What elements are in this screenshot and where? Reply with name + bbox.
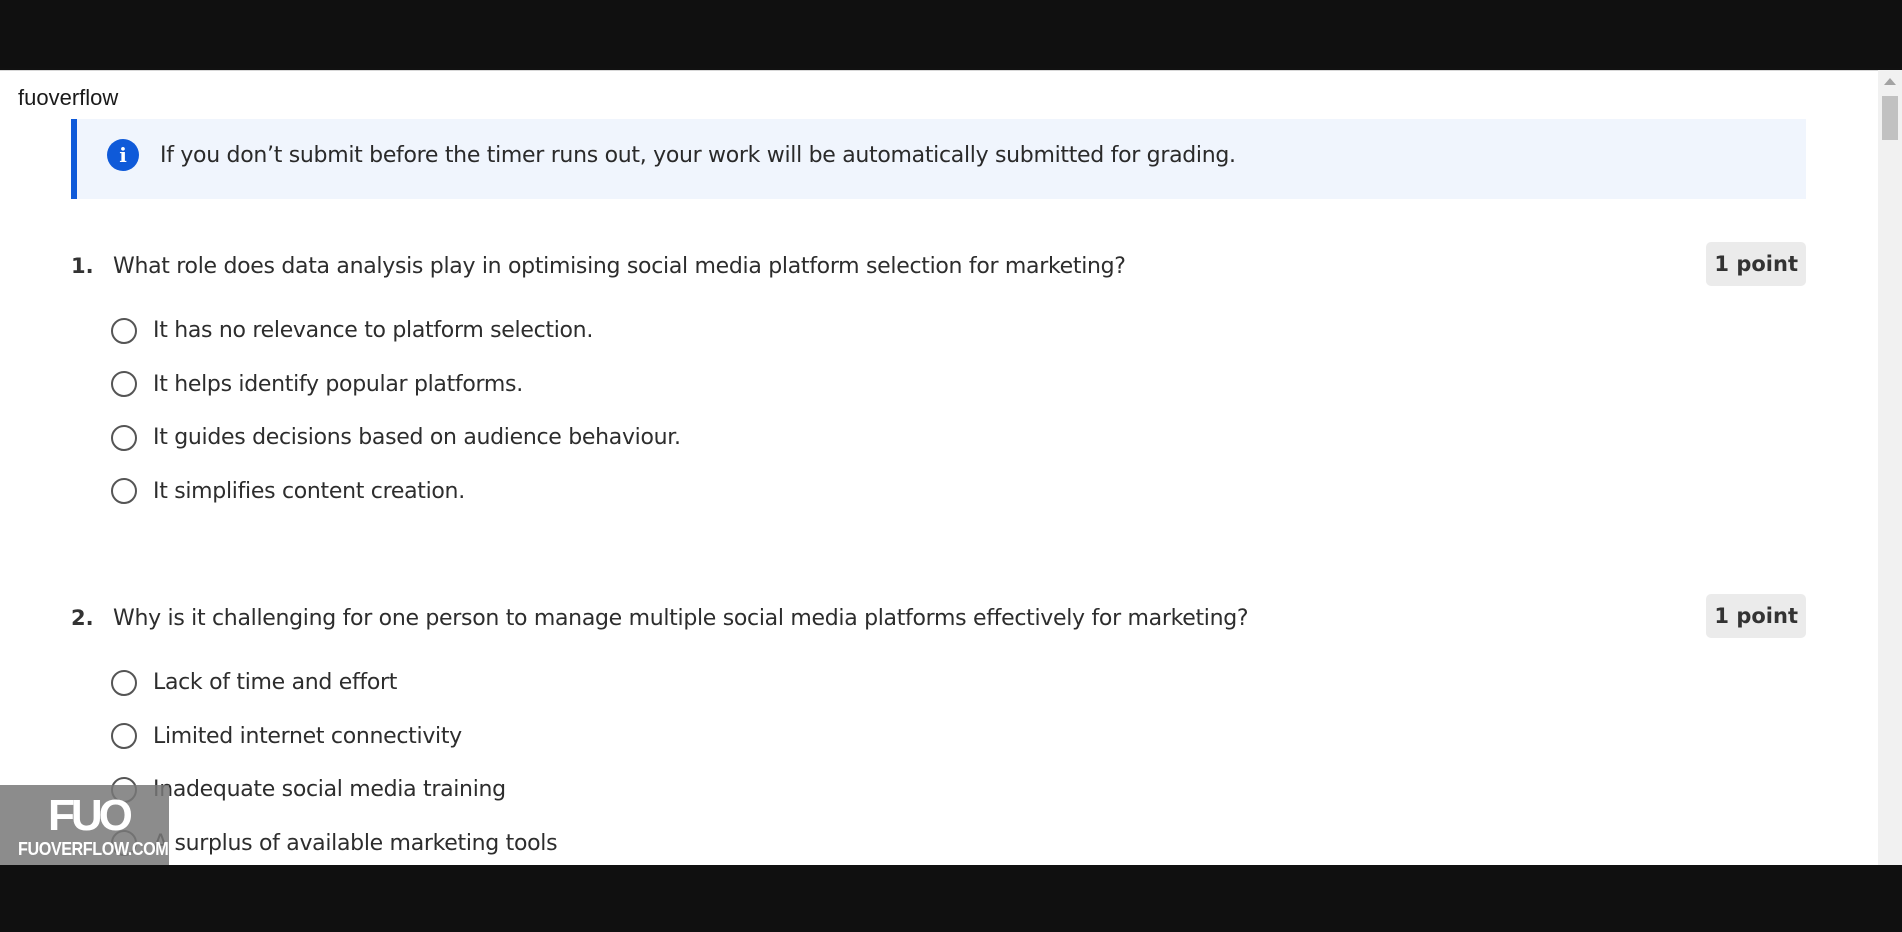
radio-button[interactable] [111, 424, 137, 451]
info-icon: i [107, 139, 139, 171]
question-number: 1. [71, 254, 94, 278]
watermark-logo: FUO [48, 791, 133, 840]
answer-option-label: It guides decisions based on audience be… [153, 425, 681, 451]
watermark: FUO FUOVERFLOW.COM [0, 785, 169, 865]
answer-option[interactable]: Inadequate social media training [111, 763, 557, 817]
radio-button[interactable] [111, 723, 137, 750]
question-number: 2. [71, 606, 94, 630]
answer-option[interactable]: It guides decisions based on audience be… [111, 411, 681, 465]
answer-option-label: It has no relevance to platform selectio… [153, 318, 594, 344]
answer-option-label: Inadequate social media training [153, 777, 506, 803]
answer-option[interactable]: Lack of time and effort [111, 656, 557, 710]
answer-option-label: It simplifies content creation. [153, 478, 465, 504]
radio-button[interactable] [111, 371, 137, 398]
page-divider [0, 70, 1878, 71]
question-text: What role does data analysis play in opt… [113, 254, 1126, 279]
scrollbar-thumb[interactable] [1882, 96, 1898, 140]
answer-option-label: A surplus of available marketing tools [153, 830, 558, 856]
answer-option[interactable]: It simplifies content creation. [111, 465, 681, 519]
answer-option-label: Lack of time and effort [153, 670, 398, 696]
scroll-up-arrow-icon[interactable] [1884, 78, 1896, 85]
answer-option-label: Limited internet connectivity [153, 723, 462, 749]
watermark-text: FUOVERFLOW.COM [18, 839, 169, 859]
radio-button[interactable] [111, 669, 137, 696]
site-title: fuoverflow [18, 85, 119, 110]
radio-button[interactable] [111, 478, 137, 505]
answer-option[interactable]: It has no relevance to platform selectio… [111, 304, 681, 358]
quiz-page: fuoverflow i If you don’t submit before … [0, 70, 1878, 865]
answer-option[interactable]: A surplus of available marketing tools [111, 817, 558, 866]
answer-option[interactable]: It helps identify popular platforms. [111, 358, 681, 412]
answer-options: Lack of time and effort Limited internet… [111, 656, 558, 866]
answer-options: It has no relevance to platform selectio… [111, 304, 681, 518]
answer-option-label: It helps identify popular platforms. [153, 371, 523, 397]
top-black-bar [0, 0, 1902, 68]
radio-button[interactable] [111, 317, 137, 344]
answer-option[interactable]: Limited internet connectivity [111, 710, 557, 764]
points-badge: 1 point [1706, 594, 1806, 638]
info-banner-text: If you don’t submit before the timer run… [160, 143, 1236, 168]
question-text: Why is it challenging for one person to … [113, 606, 1249, 631]
points-badge: 1 point [1706, 242, 1806, 286]
info-banner: i If you don’t submit before the timer r… [71, 119, 1806, 199]
vertical-scrollbar[interactable] [1878, 70, 1902, 865]
bottom-black-bar [0, 865, 1902, 932]
